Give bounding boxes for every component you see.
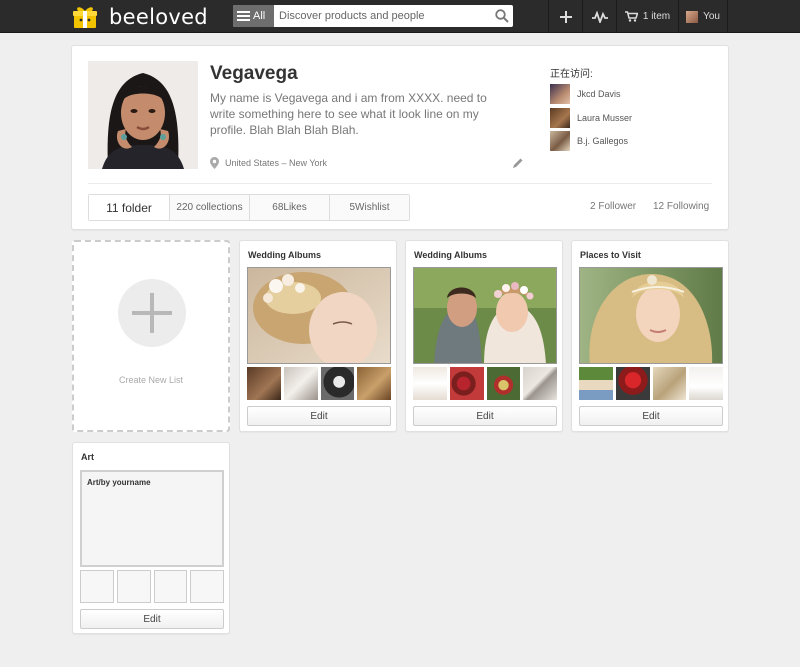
- list-thumbnails: [80, 570, 224, 603]
- list-thumbnails: [247, 367, 391, 400]
- user-avatar: [686, 10, 699, 23]
- gift-logo-icon: [73, 6, 97, 28]
- location-text: United States – New York: [225, 158, 328, 168]
- thumbnail-image[interactable]: [486, 367, 521, 400]
- list-title: Wedding Albums: [248, 250, 321, 260]
- menu-icon: [237, 9, 250, 23]
- search-bar: All: [233, 5, 513, 27]
- search-input[interactable]: [274, 5, 491, 27]
- tab-likes[interactable]: 68Likes: [249, 195, 329, 220]
- profile-name: Vegavega: [210, 63, 298, 84]
- visitor-item[interactable]: Laura Musser: [550, 108, 632, 128]
- thumbnail-image[interactable]: [449, 367, 484, 400]
- thumbnail-image[interactable]: [283, 367, 318, 400]
- top-navigation-bar: beeloved All 1 item You: [0, 0, 800, 33]
- empty-thumbnail: [190, 570, 224, 603]
- list-cover-image: [579, 267, 723, 364]
- thumbnail-image[interactable]: [689, 367, 723, 400]
- add-list-plus-icon: [118, 279, 186, 347]
- profile-avatar: [88, 61, 198, 169]
- thumbnail-image[interactable]: [247, 367, 281, 400]
- activity-button[interactable]: [582, 0, 616, 33]
- search-scope-label: All: [253, 10, 266, 22]
- empty-thumbnail: [116, 570, 151, 603]
- search-scope-dropdown[interactable]: All: [233, 5, 274, 27]
- list-title: Wedding Albums: [414, 250, 487, 260]
- profile-divider: [88, 183, 712, 184]
- thumbnail-image[interactable]: [523, 367, 557, 400]
- list-subtitle: Art/by yourname: [87, 478, 151, 487]
- edit-list-button[interactable]: Edit: [579, 406, 723, 426]
- tab-wishlist[interactable]: 5Wishlist: [329, 195, 409, 220]
- list-thumbnails: [579, 367, 723, 400]
- list-cover-image: [413, 267, 557, 364]
- search-button[interactable]: [491, 5, 513, 27]
- profile-photo: [88, 61, 198, 169]
- visitor-avatar: [550, 108, 570, 128]
- profile-card: Vegavega My name is Vegavega and i am fr…: [71, 45, 729, 230]
- thumbnail-image[interactable]: [413, 367, 447, 400]
- tab-collections[interactable]: 220 collections: [169, 195, 249, 220]
- thumbnail-image[interactable]: [320, 367, 355, 400]
- visitor-item[interactable]: Jkcd Davis: [550, 84, 621, 104]
- profile-bio: My name is Vegavega and i am from XXXX. …: [210, 91, 487, 137]
- user-menu-button[interactable]: You: [678, 0, 728, 33]
- visitor-avatar: [550, 131, 570, 151]
- visitors-title: 正在访问:: [550, 69, 593, 80]
- thumbnail-image[interactable]: [357, 367, 391, 400]
- user-label: You: [703, 11, 720, 22]
- visitor-item[interactable]: B.j. Gallegos: [550, 131, 628, 151]
- list-title: Art: [81, 452, 94, 462]
- add-button[interactable]: [548, 0, 582, 33]
- list-card[interactable]: Wedding Albums Edit: [239, 240, 397, 432]
- list-card[interactable]: Art Art/by yourname Edit: [72, 442, 230, 634]
- plus-icon: [559, 10, 572, 23]
- list-cover-image: [247, 267, 391, 364]
- following-link[interactable]: 12 Following: [653, 201, 709, 212]
- tab-folders[interactable]: 11 folder: [89, 195, 169, 220]
- edit-list-button[interactable]: Edit: [413, 406, 557, 426]
- empty-thumbnail: [153, 570, 188, 603]
- list-title: Places to Visit: [580, 250, 641, 260]
- followers-link[interactable]: 2 Follower: [590, 201, 636, 212]
- thumbnail-image[interactable]: [615, 367, 650, 400]
- cart-button[interactable]: 1 item: [616, 0, 678, 33]
- search-icon: [495, 9, 509, 23]
- brand-logo[interactable]: beeloved: [72, 3, 208, 30]
- visitor-name: Jkcd Davis: [577, 89, 621, 99]
- list-cover-placeholder: Art/by yourname: [80, 470, 224, 567]
- create-new-list-card[interactable]: Create New List: [72, 240, 230, 432]
- edit-list-button[interactable]: Edit: [247, 406, 391, 426]
- profile-stats-tabs: 11 folder 220 collections 68Likes 5Wishl…: [88, 194, 410, 221]
- cart-icon: [624, 11, 638, 22]
- list-card[interactable]: Places to Visit Edit: [571, 240, 729, 432]
- visitor-name: B.j. Gallegos: [577, 136, 629, 146]
- thumbnail-image[interactable]: [579, 367, 613, 400]
- edit-profile-pencil-icon[interactable]: [512, 157, 524, 169]
- brand-name: beeloved: [109, 4, 208, 29]
- list-thumbnails: [413, 367, 557, 400]
- list-card[interactable]: Wedding Albums Edit: [405, 240, 563, 432]
- activity-icon: [591, 10, 608, 23]
- empty-thumbnail: [80, 570, 114, 603]
- visitor-avatar: [550, 84, 570, 104]
- profile-location: United States – New York: [210, 157, 327, 169]
- thumbnail-image[interactable]: [652, 367, 687, 400]
- cart-label: 1 item: [642, 11, 671, 22]
- visitor-name: Laura Musser: [577, 113, 633, 123]
- location-pin-icon: [210, 157, 219, 169]
- create-new-list-label: Create New List: [118, 375, 184, 385]
- edit-list-button[interactable]: Edit: [80, 609, 224, 629]
